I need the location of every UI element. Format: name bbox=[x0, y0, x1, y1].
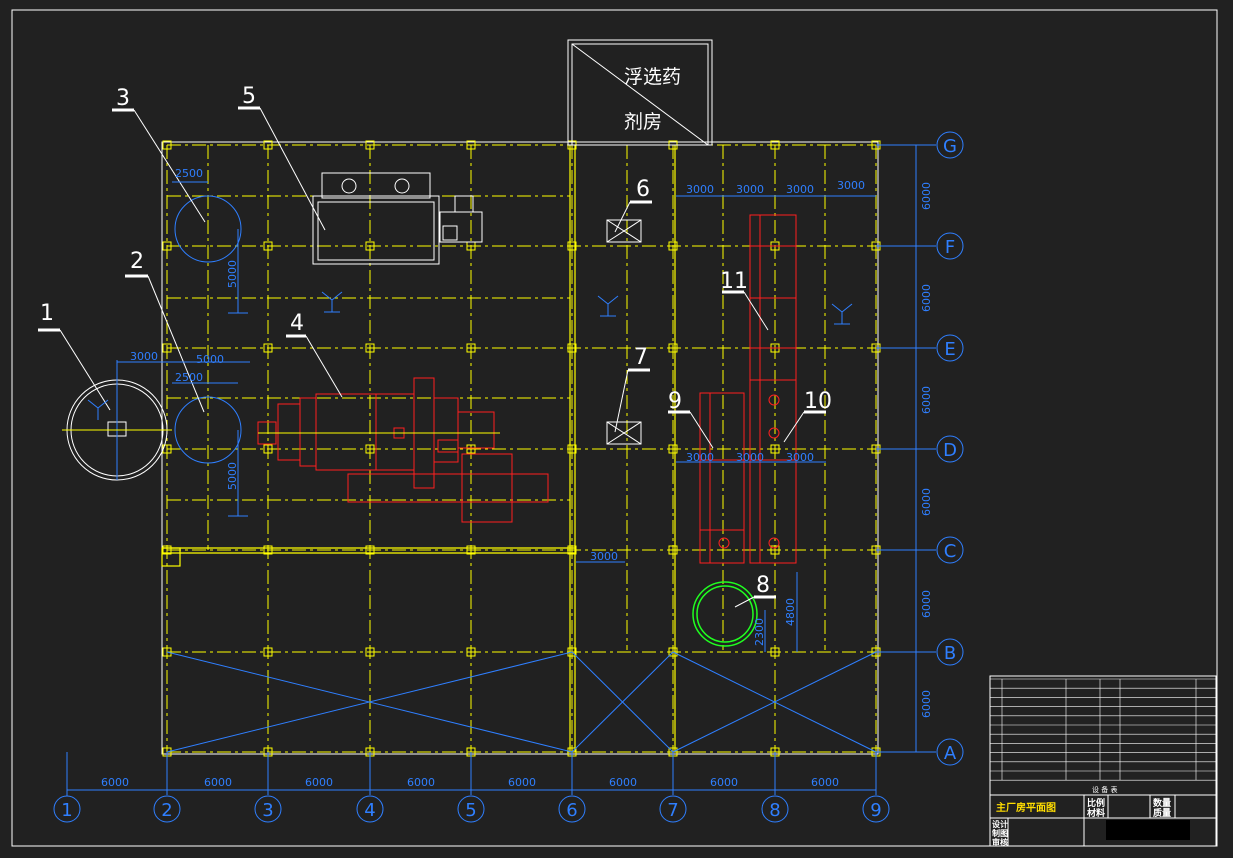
dimension-lines bbox=[66, 145, 917, 796]
cad-drawing-canvas: { "drawing": { "room_label_line1": "浮选药"… bbox=[0, 0, 1233, 858]
thickener-1 bbox=[62, 360, 172, 481]
dim-2500-a: 2500 bbox=[175, 167, 203, 180]
dim-4800: 4800 bbox=[784, 598, 797, 626]
dim-right-1: 6000 bbox=[920, 182, 933, 210]
drafter-label: 制图 bbox=[992, 828, 1008, 838]
col-axis-label: 3 bbox=[262, 800, 273, 821]
dimension-texts: 6000 6000 6000 6000 6000 6000 6000 6000 … bbox=[101, 167, 933, 789]
reagent-room-label-2: 剂房 bbox=[624, 111, 662, 133]
dim-5000-h: 5000 bbox=[196, 353, 224, 366]
grid-rows bbox=[167, 144, 876, 753]
label-2: 2 bbox=[130, 249, 144, 274]
dim-mid-right-2: 3000 bbox=[736, 451, 764, 464]
dim-bottom-5: 6000 bbox=[508, 776, 536, 789]
dim-right-3: 6000 bbox=[920, 386, 933, 414]
designer-label: 设计 bbox=[992, 819, 1008, 829]
material-label: 材料 bbox=[1086, 807, 1105, 819]
dim-2300: 2300 bbox=[753, 618, 766, 646]
dim-top-right-2: 3000 bbox=[736, 183, 764, 196]
dim-bottom-8: 6000 bbox=[811, 776, 839, 789]
col-axis-label: 9 bbox=[870, 800, 881, 821]
dim-bottom-6: 6000 bbox=[609, 776, 637, 789]
flotation-cells-10 bbox=[749, 379, 797, 564]
col-axis-label: 7 bbox=[667, 800, 678, 821]
row-axis-label: G bbox=[943, 136, 957, 157]
dim-bottom-3: 6000 bbox=[305, 776, 333, 789]
dim-right-5: 6000 bbox=[920, 590, 933, 618]
dim-5000-v2: 5000 bbox=[226, 462, 239, 490]
dim-5000-v1: 5000 bbox=[226, 260, 239, 288]
dim-right-2: 6000 bbox=[920, 284, 933, 312]
equipment-labels: 1 2 3 4 5 6 7 8 9 10 11 bbox=[40, 84, 832, 598]
flotation-cells-11 bbox=[749, 214, 797, 381]
dim-2500-b: 2500 bbox=[175, 371, 203, 384]
label-10: 10 bbox=[804, 389, 832, 414]
label-5: 5 bbox=[242, 84, 256, 109]
tank-8 bbox=[692, 581, 758, 647]
col-axis-label: 8 bbox=[769, 800, 780, 821]
row-axis-label: B bbox=[944, 643, 956, 664]
reagent-room-label-1: 浮选药 bbox=[624, 66, 681, 88]
flotation-cells-9 bbox=[699, 392, 745, 564]
dim-bottom-7: 6000 bbox=[710, 776, 738, 789]
pump-6 bbox=[606, 219, 642, 243]
floor-plan: 浮选药 剂房 1 2 3 4 5 6 7 8 9 10 11 6000 6000… bbox=[11, 9, 1218, 847]
label-8: 8 bbox=[756, 573, 770, 598]
label-4: 4 bbox=[290, 311, 304, 336]
dim-top-right-3: 3000 bbox=[786, 183, 814, 196]
dim-top-right-4: 3000 bbox=[837, 179, 865, 192]
dim-3000-c: 3000 bbox=[590, 550, 618, 563]
row-axis-label: C bbox=[944, 541, 957, 562]
weight-label: 质量 bbox=[1153, 807, 1171, 819]
drawing-title: 主厂房平面图 bbox=[996, 801, 1056, 814]
dim-mid-right-1: 3000 bbox=[686, 451, 714, 464]
dim-bottom-4: 6000 bbox=[407, 776, 435, 789]
label-11: 11 bbox=[720, 269, 748, 294]
col-axis-label: 1 bbox=[61, 800, 72, 821]
column-axis-bubbles: 1 2 3 4 5 6 7 8 9 bbox=[53, 752, 890, 823]
col-axis-label: 4 bbox=[364, 800, 375, 821]
dim-3000-left: 3000 bbox=[130, 350, 158, 363]
pump-7 bbox=[606, 421, 642, 445]
ratio-label: 比例 bbox=[1087, 797, 1105, 809]
qty-label: 数量 bbox=[1153, 797, 1171, 809]
row-axis-label: E bbox=[944, 339, 955, 360]
dim-bottom-1: 6000 bbox=[101, 776, 129, 789]
bracing bbox=[166, 651, 877, 753]
label-3: 3 bbox=[116, 86, 130, 111]
drawing-border bbox=[11, 9, 1218, 847]
row-axis-label: F bbox=[945, 237, 955, 258]
row-axis-bubbles: G F E D C B A bbox=[876, 131, 964, 766]
checker-label: 审核 bbox=[992, 837, 1008, 847]
label-9: 9 bbox=[668, 389, 682, 414]
flotation-machine-5 bbox=[312, 172, 483, 265]
dim-right-4: 6000 bbox=[920, 488, 933, 516]
label-6: 6 bbox=[636, 177, 650, 202]
col-axis-label: 5 bbox=[465, 800, 476, 821]
label-7: 7 bbox=[634, 345, 648, 370]
row-axis-label: D bbox=[943, 440, 957, 461]
dim-top-right-1: 3000 bbox=[686, 183, 714, 196]
label-1: 1 bbox=[40, 301, 54, 326]
table-caption: 设 备 表 bbox=[1092, 785, 1117, 794]
col-axis-label: 6 bbox=[566, 800, 577, 821]
row-axis-label: A bbox=[944, 743, 957, 764]
stamp-box bbox=[1106, 820, 1190, 840]
dim-mid-right-3: 3000 bbox=[786, 451, 814, 464]
equipment-table-rows bbox=[990, 678, 1216, 781]
col-axis-label: 2 bbox=[161, 800, 172, 821]
dim-right-6: 6000 bbox=[920, 690, 933, 718]
dim-bottom-2: 6000 bbox=[204, 776, 232, 789]
